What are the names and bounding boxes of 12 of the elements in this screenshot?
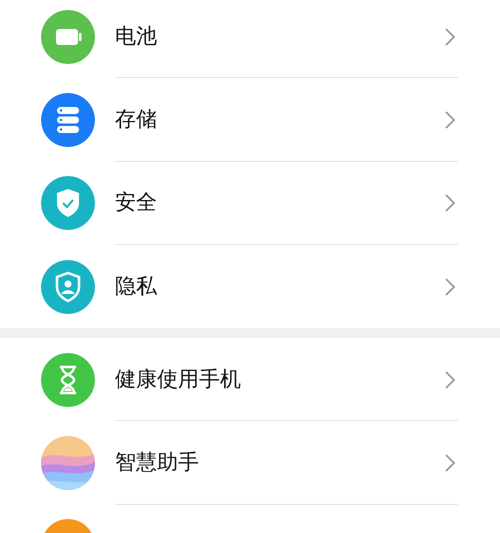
chevron-right-icon [444, 110, 456, 130]
chevron-right-icon [444, 193, 456, 214]
setting-label[interactable]: 安全 [115, 187, 444, 219]
setting-label[interactable]: 隐私 [115, 270, 444, 302]
setting-label[interactable]: 健康使用手机 [115, 364, 444, 396]
chevron-right-icon [444, 276, 456, 297]
chevron-right-icon [444, 370, 456, 390]
setting-label[interactable]: 智慧助手 [115, 447, 444, 479]
chevron-right-icon [444, 453, 456, 474]
setting-label[interactable]: 电池 [115, 20, 444, 52]
chevron-right-icon [444, 26, 456, 47]
setting-label[interactable]: 存储 [115, 104, 444, 136]
